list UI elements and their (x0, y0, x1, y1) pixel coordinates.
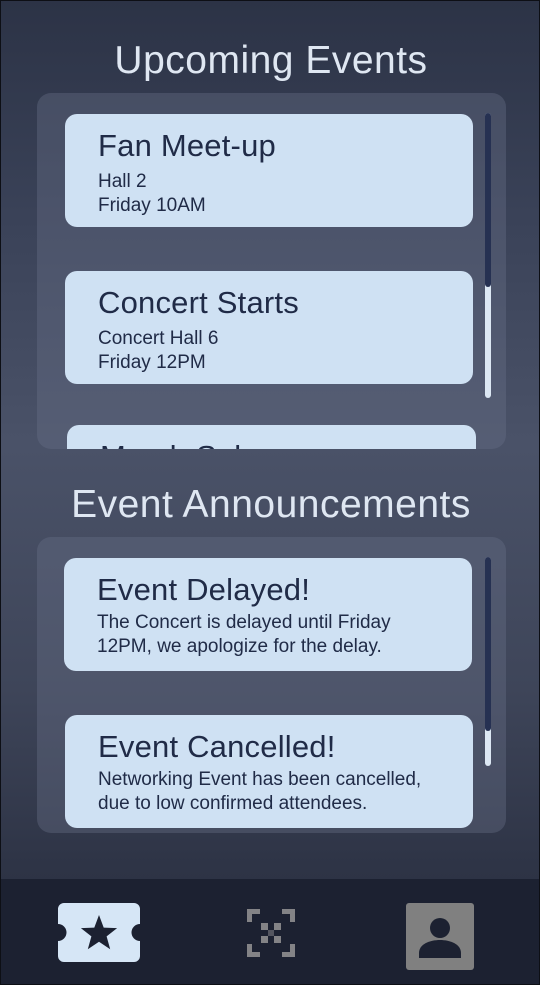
announcements-list[interactable]: Event Delayed! The Concert is delayed un… (37, 537, 506, 833)
event-announcements-title: Event Announcements (71, 483, 471, 526)
announcement-title: Event Delayed! (97, 572, 311, 607)
event-name: Concert Starts (98, 285, 299, 320)
event-time: Friday 12PM (98, 352, 206, 373)
announcement-card[interactable]: Event Delayed! The Concert is delayed un… (64, 558, 472, 671)
announcement-text: Networking Event has been cancelled, (98, 769, 422, 790)
announcement-title: Event Cancelled! (98, 729, 336, 764)
event-time: Friday 10AM (98, 195, 206, 216)
event-name: Merch Sales (100, 439, 443, 449)
nav-events-button[interactable] (58, 903, 140, 962)
event-card[interactable]: Concert Starts Concert Hall 6 Friday 12P… (65, 271, 473, 384)
announcement-text: The Concert is delayed until Friday (97, 612, 391, 633)
upcoming-scroll-thumb[interactable] (485, 113, 491, 287)
announcements-scroll-thumb[interactable] (485, 557, 491, 731)
event-card[interactable]: Fan Meet-up Hall 2 Friday 10AM (65, 114, 473, 227)
bottom-navigation (1, 879, 539, 984)
upcoming-scrollbar[interactable] (485, 113, 491, 398)
event-card[interactable]: Merch Sales (67, 425, 476, 449)
announcement-text: 12PM, we apologize for the delay. (97, 636, 382, 657)
nav-profile-button[interactable] (406, 903, 474, 970)
app-screen: Upcoming Events Fan Meet-up Hall 2 Frida… (0, 0, 540, 985)
profile-icon (419, 917, 461, 958)
upcoming-events-title: Upcoming Events (114, 39, 428, 82)
nav-scan-button[interactable] (247, 909, 295, 957)
upcoming-events-list[interactable]: Fan Meet-up Hall 2 Friday 10AM Concert S… (37, 93, 506, 449)
ticket-star-icon (58, 903, 140, 962)
event-name: Fan Meet-up (98, 128, 276, 163)
announcement-text: due to low confirmed attendees. (98, 793, 368, 814)
event-location: Hall 2 (98, 171, 147, 192)
event-location: Concert Hall 6 (98, 328, 219, 349)
announcement-card[interactable]: Event Cancelled! Networking Event has be… (65, 715, 473, 828)
qr-scan-icon (247, 909, 295, 957)
announcements-scrollbar[interactable] (485, 557, 491, 766)
